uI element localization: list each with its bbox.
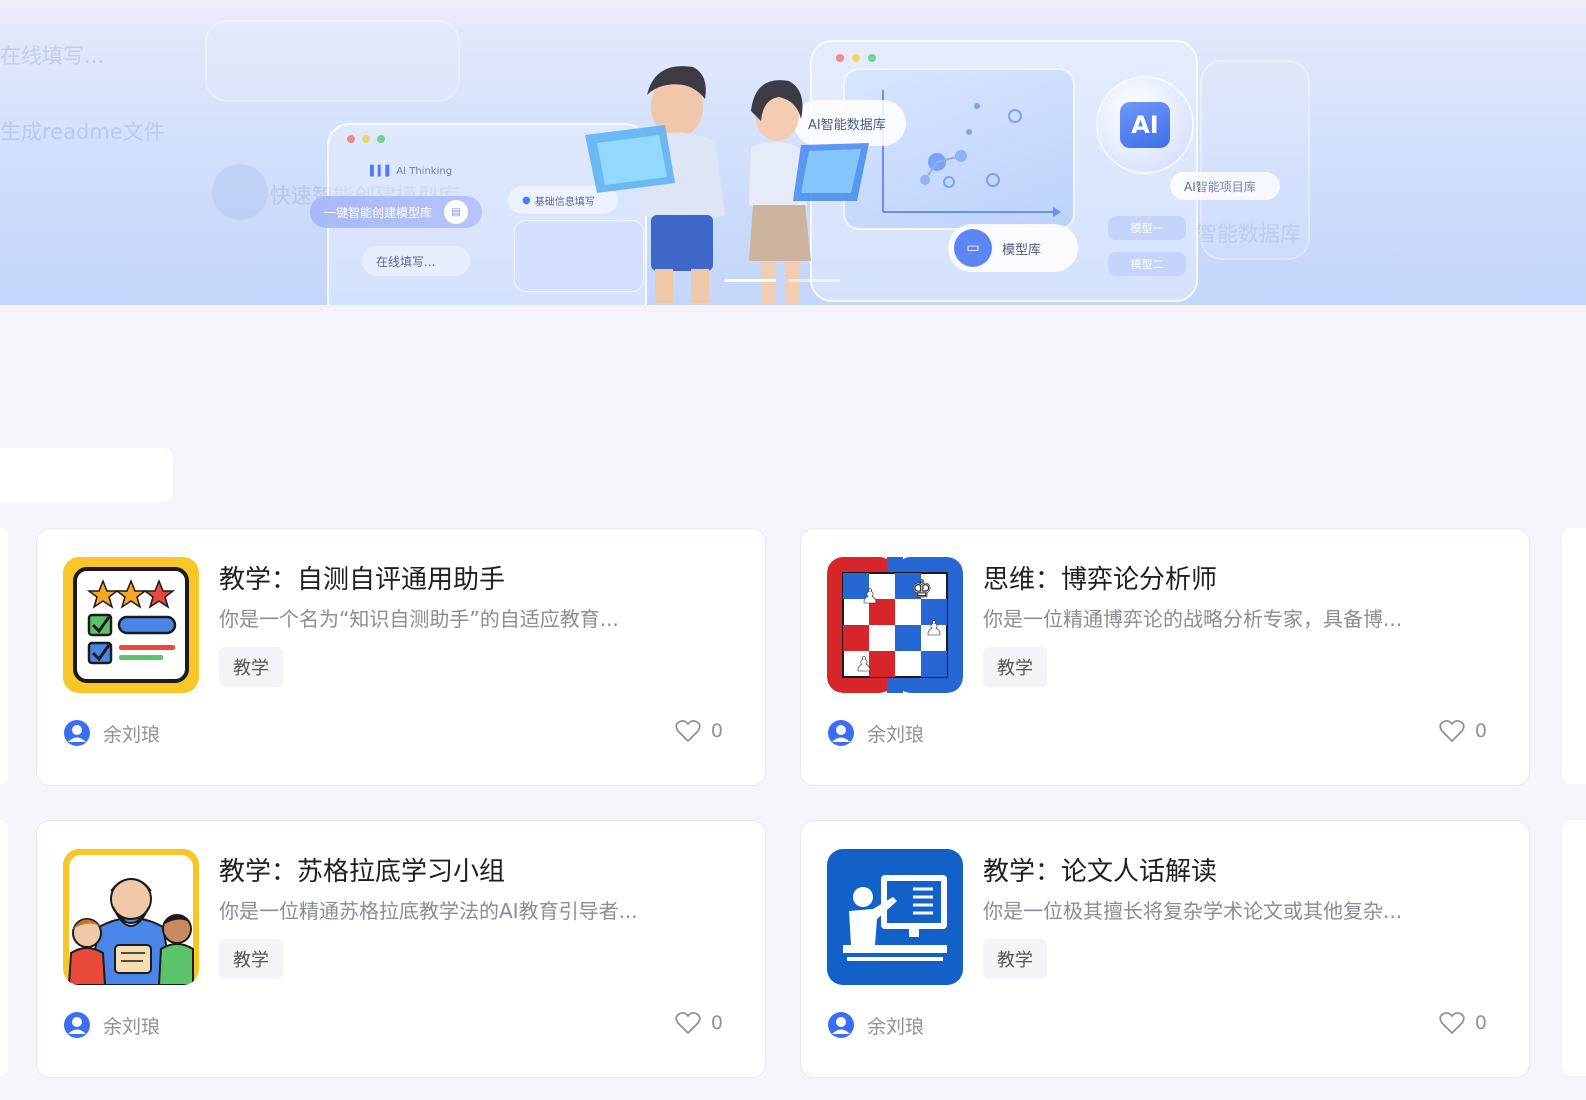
- card-title[interactable]: 教学：苏格拉底学习小组: [219, 851, 505, 888]
- search-box[interactable]: [0, 448, 173, 502]
- author-name: 余刘琅: [103, 1015, 161, 1038]
- characters-illustration: [585, 66, 869, 303]
- like-button[interactable]: 0: [675, 1011, 723, 1035]
- ghost-circle: [212, 164, 268, 220]
- card-author[interactable]: 余刘琅: [827, 1011, 924, 1039]
- like-count: 0: [710, 1012, 723, 1034]
- assistant-card[interactable]: ♟ ♚ ♟ ♟ 思维：博弈论分析师 你是一位精通博弈论的战略分析专家，具备博..…: [800, 528, 1530, 786]
- like-button[interactable]: 0: [1439, 719, 1487, 743]
- model-one-chip: 模型一: [1108, 216, 1186, 240]
- card-title[interactable]: 教学：论文人话解读: [983, 851, 1217, 888]
- card-description: 你是一位极其擅长将复杂学术论文或其他复杂...: [983, 899, 1403, 923]
- card-edge-left: [0, 528, 8, 784]
- category-tag[interactable]: 教学: [983, 939, 1047, 979]
- card-author[interactable]: 余刘琅: [827, 719, 924, 747]
- wave-icon: ▌▍▌: [370, 166, 394, 177]
- ai-thinking-label: ▌▍▌ AI Thinking: [370, 166, 453, 177]
- carousel-indicator-active[interactable]: [724, 279, 776, 282]
- like-count: 0: [1474, 720, 1487, 742]
- model-library-pill: ▭ 模型库: [948, 224, 1078, 272]
- card-author[interactable]: 余刘琅: [63, 719, 160, 747]
- author-name: 余刘琅: [867, 723, 925, 746]
- model-icon: ▤: [444, 200, 468, 224]
- like-button[interactable]: 0: [675, 719, 723, 743]
- window-dot: [377, 135, 385, 143]
- online-fill-pill: 在线填写...: [362, 246, 470, 276]
- model-two-chip: 模型二: [1108, 252, 1186, 276]
- folder-icon: ▭: [954, 229, 992, 267]
- checklist-icon: [63, 557, 199, 693]
- heart-icon: [1439, 1011, 1465, 1035]
- ghost-frame: [1200, 60, 1310, 260]
- svg-text:♟: ♟: [855, 652, 873, 676]
- category-tag[interactable]: 教学: [219, 647, 283, 687]
- card-edge-right: [1562, 528, 1586, 784]
- socrates-group-icon: [63, 849, 199, 985]
- user-avatar-icon: [828, 1012, 854, 1038]
- author-name: 余刘琅: [103, 723, 161, 746]
- ai-chip-icon: AI: [1120, 102, 1170, 148]
- card-title[interactable]: 思维：博弈论分析师: [983, 559, 1217, 596]
- user-avatar-icon: [64, 1012, 90, 1038]
- banner-ghost-text: 在线填写...: [0, 44, 105, 68]
- one-click-create-pill: 一键智能创建模型库 ▤: [310, 196, 482, 228]
- teacher-board-icon: [827, 849, 963, 985]
- assistant-card[interactable]: 教学：论文人话解读 你是一位极其擅长将复杂学术论文或其他复杂... 教学 余刘琅…: [800, 820, 1530, 1078]
- author-name: 余刘琅: [867, 1015, 925, 1038]
- card-author[interactable]: 余刘琅: [63, 1011, 160, 1039]
- network-chart-icon: [882, 90, 1061, 217]
- user-avatar-icon: [64, 720, 90, 746]
- ghost-frame: [205, 20, 460, 102]
- svg-text:♟: ♟: [861, 584, 879, 608]
- like-button[interactable]: 0: [1439, 1011, 1487, 1035]
- heart-icon: [675, 1011, 701, 1035]
- user-avatar-icon: [828, 720, 854, 746]
- svg-text:♟: ♟: [925, 616, 943, 640]
- window-dot: [347, 135, 355, 143]
- ai-logo-circle: AI: [1096, 76, 1194, 174]
- card-description: 你是一位精通苏格拉底教学法的AI教育引导者...: [219, 899, 638, 923]
- heart-icon: [675, 719, 701, 743]
- info-icon: ●: [522, 194, 531, 206]
- card-edge-left: [0, 820, 8, 1076]
- svg-text:♚: ♚: [911, 575, 933, 603]
- hero-banner[interactable]: 在线填写... 生成readme文件 快速智能创建模型库 智能数据库 ▌▍▌ A…: [0, 0, 1586, 305]
- window-dot: [362, 135, 370, 143]
- heart-icon: [1439, 719, 1465, 743]
- category-tag[interactable]: 教学: [219, 939, 283, 979]
- chart-panel: [843, 68, 1075, 230]
- like-count: 0: [710, 720, 723, 742]
- chess-board-icon: ♟ ♚ ♟ ♟: [827, 557, 963, 693]
- assistant-card[interactable]: 教学：自测自评通用助手 你是一个名为“知识自测助手”的自适应教育... 教学 余…: [36, 528, 766, 786]
- assistant-card[interactable]: 教学：苏格拉底学习小组 你是一位精通苏格拉底教学法的AI教育引导者... 教学 …: [36, 820, 766, 1078]
- carousel-indicator[interactable]: [788, 279, 840, 282]
- category-tag[interactable]: 教学: [983, 647, 1047, 687]
- like-count: 0: [1474, 1012, 1487, 1034]
- card-description: 你是一个名为“知识自测助手”的自适应教育...: [219, 607, 619, 631]
- banner-ghost-text: 生成readme文件: [0, 120, 165, 144]
- card-description: 你是一位精通博弈论的战略分析专家，具备博...: [983, 607, 1403, 631]
- card-title[interactable]: 教学：自测自评通用助手: [219, 559, 505, 596]
- card-edge-right: [1562, 820, 1586, 1076]
